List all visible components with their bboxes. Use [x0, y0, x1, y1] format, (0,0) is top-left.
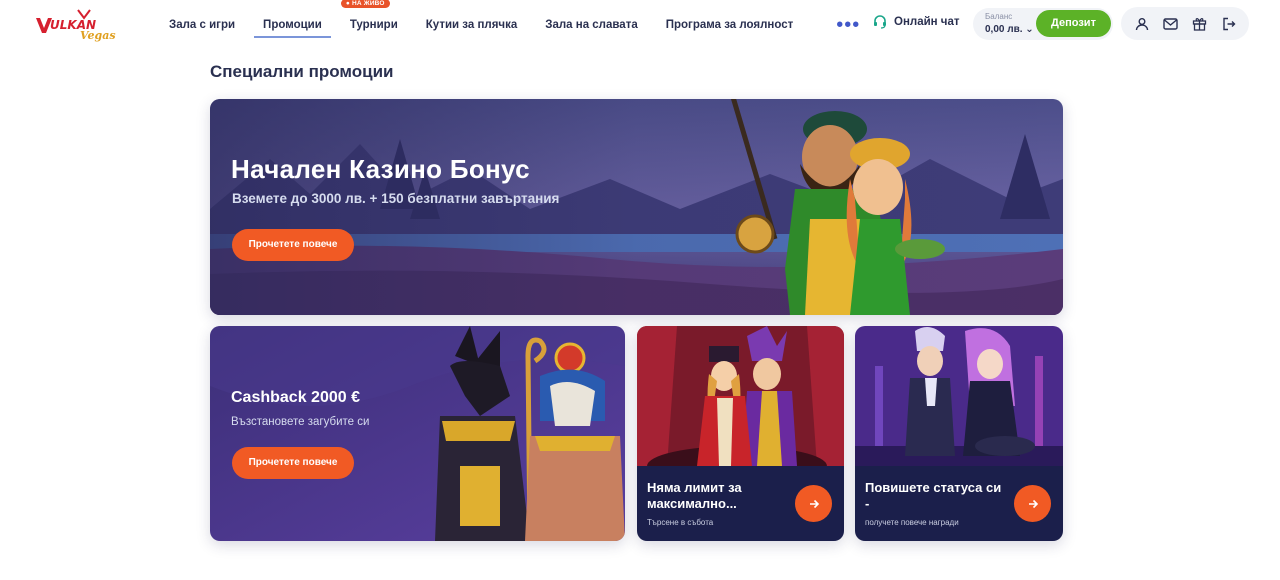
cashback-artwork	[210, 326, 625, 541]
user-icon[interactable]	[1131, 13, 1153, 35]
balance-label: Баланс	[985, 12, 1013, 21]
nav-hall-of-fame[interactable]: Зала на славата	[536, 12, 646, 38]
page-title: Специални промоции	[210, 62, 394, 81]
headset-icon	[874, 15, 886, 29]
vulkan-vegas-logo[interactable]: ULKAN Vegas	[34, 6, 118, 42]
raise-status-artwork	[855, 326, 1063, 466]
raise-status-info: Повишете статуса си - получете повече на…	[855, 466, 1063, 541]
hero-title: Начален Казино Бонус	[231, 154, 530, 184]
top-header: ULKAN Vegas Зала с игри Промоции ● НА ЖИ…	[0, 0, 1280, 50]
mail-icon[interactable]	[1160, 13, 1182, 35]
nav-loyalty-program[interactable]: Програма за лоялност	[657, 12, 803, 38]
raise-status-subtitle: получете повече награди	[865, 518, 959, 527]
account-icon-group	[1121, 7, 1249, 40]
cashback-card[interactable]: Cashback 2000 € Възстановете загубите си…	[210, 326, 625, 541]
cashback-read-more-button[interactable]: Прочетете повече	[232, 447, 354, 479]
hero-subtitle: Вземете до 3000 лв. + 150 безплатни завъ…	[232, 191, 560, 206]
svg-text:Vegas: Vegas	[80, 29, 116, 42]
no-max-limit-subtitle: Търсене в събота	[647, 518, 714, 527]
welcome-bonus-artwork	[210, 99, 1063, 315]
nav-tournaments[interactable]: ● НА ЖИВО Турнири	[340, 0, 407, 38]
no-max-limit-arrow-button[interactable]	[795, 485, 832, 522]
nav-promotions[interactable]: Промоции	[254, 12, 331, 38]
arrow-right-icon	[1028, 499, 1038, 508]
logout-icon[interactable]	[1218, 13, 1240, 35]
balance-value-dropdown[interactable]: 0,00 лв. ⌄	[985, 24, 1034, 35]
raise-status-arrow-button[interactable]	[1014, 485, 1051, 522]
hero-read-more-button[interactable]: Прочетете повече	[232, 229, 354, 261]
online-chat-button[interactable]: Онлайн чат	[872, 14, 960, 30]
no-max-limit-title: Няма лимит за максимално...	[647, 480, 742, 511]
gift-icon[interactable]	[1189, 13, 1211, 35]
more-menu-icon[interactable]: •••	[828, 12, 868, 38]
arrow-right-icon	[809, 499, 819, 508]
deposit-button[interactable]: Депозит	[1036, 10, 1111, 37]
main-nav: Зала с игри Промоции ● НА ЖИВО Турнири К…	[160, 0, 868, 50]
cashback-subtitle: Възстановете загубите си	[231, 416, 370, 428]
online-chat-label: Онлайн чат	[894, 16, 960, 28]
welcome-bonus-card[interactable]: Начален Казино Бонус Вземете до 3000 лв.…	[210, 99, 1063, 315]
no-max-limit-artwork	[637, 326, 844, 466]
raise-status-card[interactable]: Повишете статуса си - получете повече на…	[855, 326, 1063, 541]
nav-loot-boxes[interactable]: Кутии за плячка	[417, 12, 526, 38]
no-max-limit-card[interactable]: Няма лимит за максимално... Търсене в съ…	[637, 326, 844, 541]
raise-status-title: Повишете статуса си -	[865, 480, 1002, 511]
no-max-limit-info: Няма лимит за максимално... Търсене в съ…	[637, 466, 844, 541]
nav-game-hall[interactable]: Зала с игри	[160, 12, 244, 38]
nav-tournaments-label: Турнири	[349, 19, 398, 31]
cashback-title: Cashback 2000 €	[231, 389, 360, 406]
live-badge: ● НА ЖИВО	[340, 0, 390, 8]
